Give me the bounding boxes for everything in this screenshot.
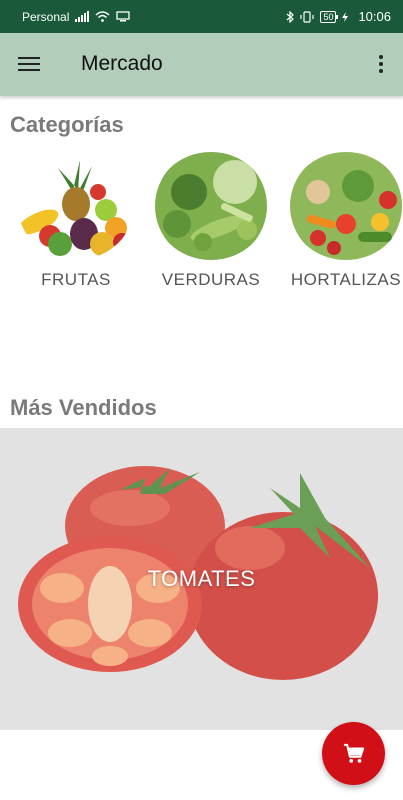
cart-button[interactable] (322, 722, 385, 785)
categories-carousel[interactable]: FRUTAS VERDURAS HORTALIZAS (0, 152, 403, 302)
category-label: FRUTAS (41, 270, 111, 289)
screen-cast-icon (116, 11, 131, 22)
best-sellers-title: Más Vendidos (10, 395, 157, 420)
category-label: VERDURAS (161, 270, 261, 289)
hamburger-menu-icon[interactable] (18, 53, 42, 75)
vegetables-image (153, 152, 269, 260)
product-label: TOMATES (147, 566, 256, 591)
categories-title: Categorías (10, 112, 124, 137)
status-bar: Personal 50 10:06 (0, 0, 403, 33)
battery-icon: 50 (320, 10, 339, 23)
carrier-name: Personal (22, 9, 70, 24)
more-vert-icon[interactable] (377, 53, 385, 77)
shopping-cart-icon (343, 743, 364, 763)
bluetooth-icon (287, 10, 295, 23)
clock: 10:06 (358, 9, 391, 24)
category-verduras[interactable]: VERDURAS (146, 152, 276, 290)
signal-icon (75, 11, 90, 22)
category-frutas[interactable]: FRUTAS (11, 152, 141, 290)
fruits-image (18, 152, 134, 260)
wifi-icon (95, 11, 110, 22)
app-bar: Mercado (0, 33, 403, 96)
category-hortalizas[interactable]: HORTALIZAS (281, 152, 403, 290)
app-title: Mercado (81, 52, 163, 75)
product-card-tomates[interactable]: TOMATES (0, 428, 403, 730)
garden-vegetables-image (288, 152, 403, 260)
vibrate-icon (300, 10, 315, 23)
category-label: HORTALIZAS (290, 270, 402, 289)
charging-icon (342, 11, 349, 22)
